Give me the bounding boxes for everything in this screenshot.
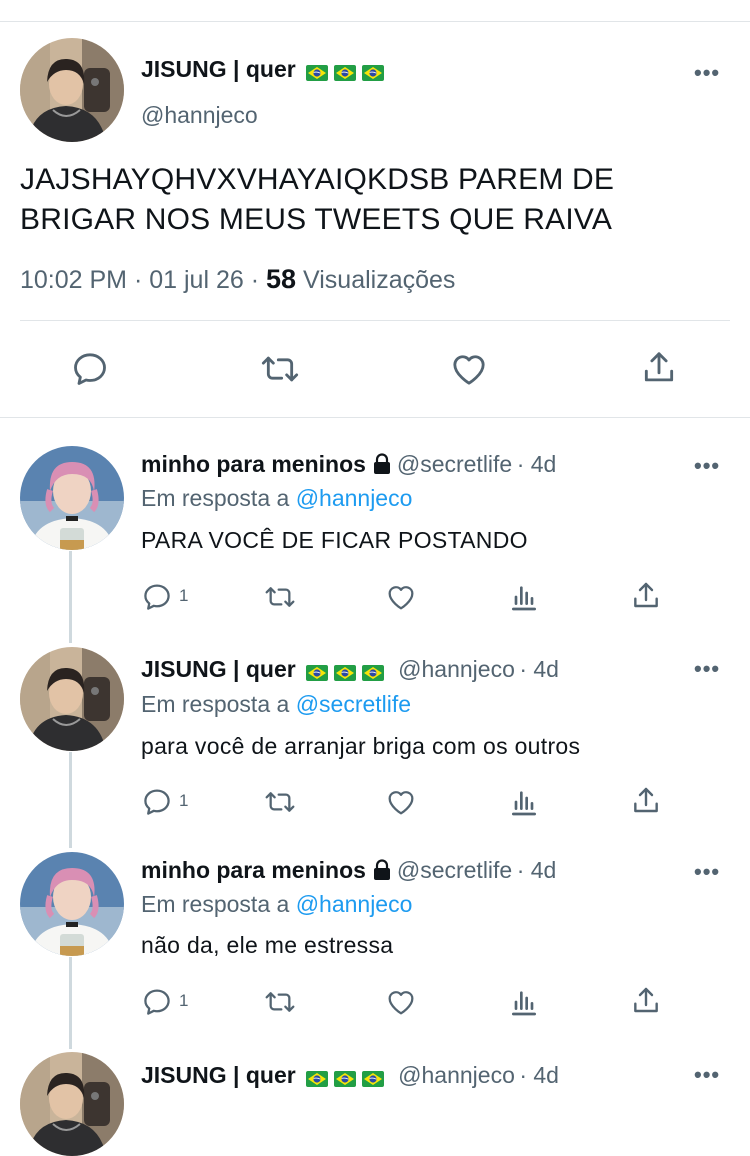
reply-context: Em resposta a @hannjeco — [141, 891, 412, 918]
reply-time[interactable]: · 4d — [519, 1062, 559, 1088]
more-options-icon[interactable]: ••• — [694, 859, 720, 885]
views-stats-icon[interactable] — [508, 581, 540, 613]
author-name[interactable]: minho para meninos — [141, 857, 366, 883]
more-options-icon[interactable]: ••• — [694, 60, 720, 86]
more-options-icon[interactable]: ••• — [694, 1062, 720, 1088]
share-icon[interactable] — [630, 785, 662, 817]
author-name[interactable]: minho para meninos — [141, 451, 366, 477]
brazil-flag-icon — [306, 65, 328, 81]
avatar-photo — [20, 852, 124, 956]
reply-icon[interactable] — [70, 349, 110, 389]
reply-count: 1 — [179, 586, 189, 605]
tweet-time[interactable]: 10:02 PM — [20, 266, 127, 294]
reply-count: 1 — [179, 791, 189, 810]
avatar-photo — [20, 38, 124, 142]
avatar[interactable] — [20, 1052, 124, 1156]
reply-time[interactable]: · 4d — [517, 451, 557, 477]
brazil-flag-icon — [362, 665, 384, 681]
thread-line — [69, 752, 72, 848]
author-handle[interactable]: @secretlife — [397, 857, 512, 883]
reply-prefix: Em resposta a — [141, 691, 290, 717]
like-icon[interactable] — [385, 986, 417, 1018]
views-label[interactable]: Visualizações — [303, 266, 455, 294]
lock-icon — [372, 453, 392, 475]
retweet-icon[interactable] — [262, 986, 298, 1018]
separator-dot: · — [250, 266, 260, 294]
author-handle[interactable]: @hannjeco — [398, 1062, 515, 1088]
like-icon[interactable] — [449, 349, 489, 389]
reply-header: minho para meninos @secretlife · 4d — [141, 857, 556, 884]
reply-text: para você de arranjar briga com os outro… — [141, 733, 581, 759]
mention-link[interactable]: @secretlife — [296, 691, 411, 717]
views-count: 58 — [266, 264, 297, 294]
share-icon[interactable] — [630, 580, 662, 612]
reply-context: Em resposta a @secretlife — [141, 691, 411, 718]
tweet-date[interactable]: 01 jul 26 — [149, 266, 244, 294]
tweet-text: JAJSHAYQHVXVHAYAIQKDSB PAREM DE BRIGAR N… — [20, 160, 614, 240]
reply-icon[interactable] — [141, 786, 173, 818]
reply-text: PARA VOCÊ DE FICAR POSTANDO — [141, 527, 528, 553]
reply-icon[interactable] — [141, 581, 173, 613]
reply-context: Em resposta a @hannjeco — [141, 485, 412, 512]
avatar[interactable] — [20, 38, 124, 142]
reply-header: JISUNG | quer @hannjeco · 4d — [141, 656, 559, 683]
like-icon[interactable] — [385, 581, 417, 613]
reply-prefix: Em resposta a — [141, 891, 290, 917]
divider — [20, 320, 730, 321]
more-options-icon[interactable]: ••• — [694, 453, 720, 479]
brazil-flag-icon — [306, 665, 328, 681]
brazil-flag-icon — [362, 65, 384, 81]
thread-line — [69, 957, 72, 1049]
thread-line — [69, 551, 72, 643]
reply-icon[interactable] — [141, 986, 173, 1018]
author-handle[interactable]: @secretlife — [397, 451, 512, 477]
brazil-flag-icon — [334, 1071, 356, 1087]
separator-dot: · — [133, 266, 143, 294]
brazil-flag-icon — [334, 65, 356, 81]
like-icon[interactable] — [385, 786, 417, 818]
reply-prefix: Em resposta a — [141, 485, 290, 511]
share-icon[interactable] — [640, 348, 678, 388]
divider — [0, 417, 750, 418]
top-divider — [0, 21, 750, 22]
reply-time[interactable]: · 4d — [519, 656, 559, 682]
reply-count: 1 — [179, 991, 189, 1010]
reply-text: não da, ele me estressa — [141, 932, 394, 958]
views-stats-icon[interactable] — [508, 986, 540, 1018]
author-name-row[interactable]: JISUNG | quer — [141, 56, 384, 83]
brazil-flag-icon — [334, 665, 356, 681]
mention-link[interactable]: @hannjeco — [296, 891, 413, 917]
retweet-icon[interactable] — [259, 349, 301, 389]
avatar-photo — [20, 647, 124, 751]
avatar-photo — [20, 1052, 124, 1156]
mention-link[interactable]: @hannjeco — [296, 485, 413, 511]
lock-icon — [372, 859, 392, 881]
reply-header: JISUNG | quer @hannjeco · 4d — [141, 1062, 559, 1089]
author-handle[interactable]: @hannjeco — [141, 102, 258, 129]
brazil-flag-icon — [362, 1071, 384, 1087]
retweet-icon[interactable] — [262, 581, 298, 613]
retweet-icon[interactable] — [262, 786, 298, 818]
share-icon[interactable] — [630, 985, 662, 1017]
reply-time[interactable]: · 4d — [517, 857, 557, 883]
author-name[interactable]: JISUNG | quer — [141, 656, 296, 682]
views-stats-icon[interactable] — [508, 786, 540, 818]
tweet-meta: 10:02 PM · 01 jul 26 · 58 Visualizações — [20, 264, 455, 295]
avatar[interactable] — [20, 852, 124, 956]
avatar[interactable] — [20, 647, 124, 751]
author-name[interactable]: JISUNG | quer — [141, 56, 296, 82]
tweet-text-line: BRIGAR NOS MEUS TWEETS QUE RAIVA — [20, 203, 613, 236]
more-options-icon[interactable]: ••• — [694, 656, 720, 682]
avatar-photo — [20, 446, 124, 550]
brazil-flag-icon — [306, 1071, 328, 1087]
tweet-text-line: JAJSHAYQHVXVHAYAIQKDSB PAREM DE — [20, 163, 615, 196]
author-handle[interactable]: @hannjeco — [398, 656, 515, 682]
avatar[interactable] — [20, 446, 124, 550]
author-name[interactable]: JISUNG | quer — [141, 1062, 296, 1088]
reply-header: minho para meninos @secretlife · 4d — [141, 451, 556, 478]
